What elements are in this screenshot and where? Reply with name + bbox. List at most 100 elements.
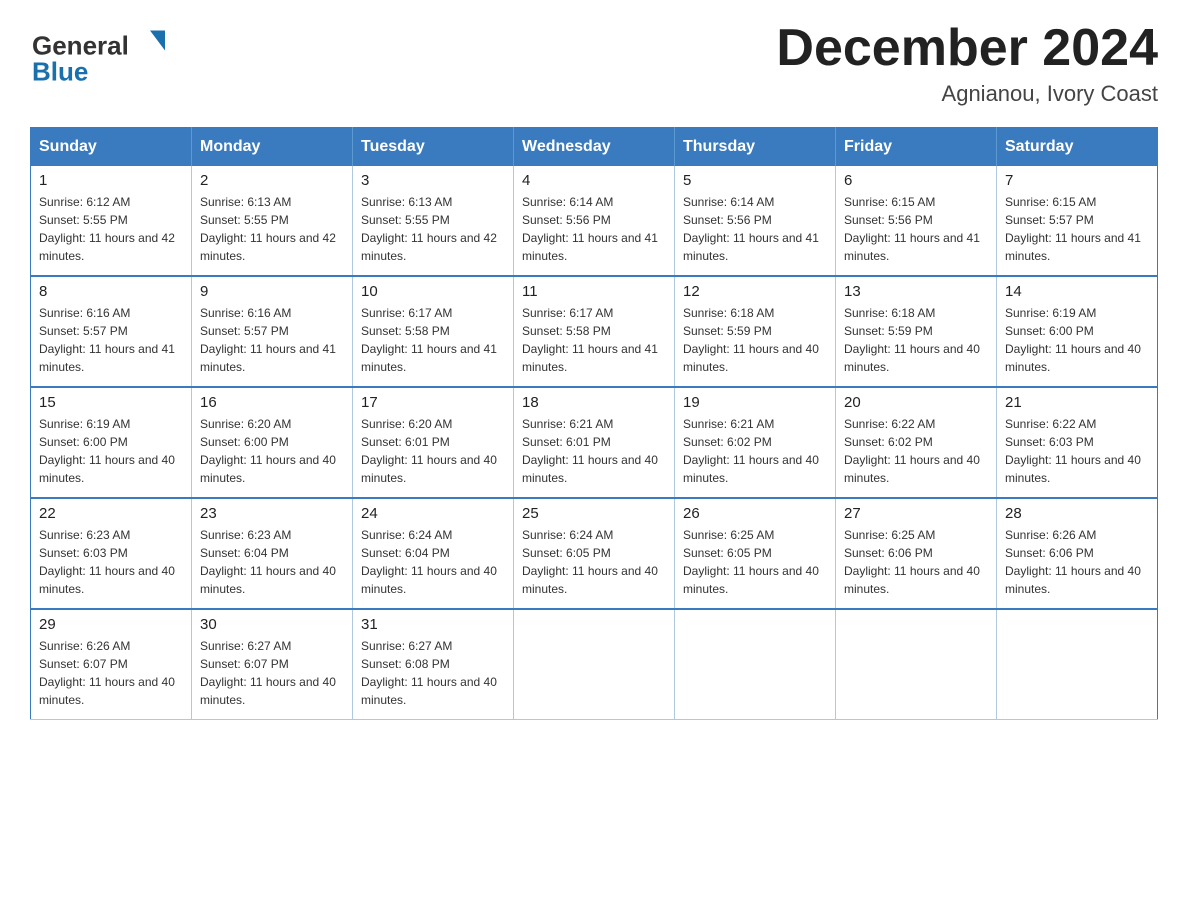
- table-row: 31 Sunrise: 6:27 AMSunset: 6:08 PMDayligh…: [353, 609, 514, 720]
- calendar-week-row: 15 Sunrise: 6:19 AMSunset: 6:00 PMDayligh…: [31, 387, 1158, 498]
- table-row: 25 Sunrise: 6:24 AMSunset: 6:05 PMDayligh…: [514, 498, 675, 609]
- day-info: Sunrise: 6:16 AMSunset: 5:57 PMDaylight:…: [200, 304, 344, 376]
- table-row: 19 Sunrise: 6:21 AMSunset: 6:02 PMDayligh…: [675, 387, 836, 498]
- svg-text:Blue: Blue: [32, 57, 88, 87]
- day-number: 21: [1005, 394, 1149, 411]
- day-info: Sunrise: 6:21 AMSunset: 6:02 PMDaylight:…: [683, 415, 827, 487]
- day-info: Sunrise: 6:17 AMSunset: 5:58 PMDaylight:…: [361, 304, 505, 376]
- day-number: 18: [522, 394, 666, 411]
- table-row: 7 Sunrise: 6:15 AMSunset: 5:57 PMDaylight…: [997, 166, 1158, 276]
- day-number: 13: [844, 283, 988, 300]
- day-number: 2: [200, 172, 344, 189]
- title-block: December 2024 Agnianou, Ivory Coast: [776, 20, 1158, 107]
- table-row: 21 Sunrise: 6:22 AMSunset: 6:03 PMDayligh…: [997, 387, 1158, 498]
- day-info: Sunrise: 6:20 AMSunset: 6:01 PMDaylight:…: [361, 415, 505, 487]
- col-monday: Monday: [192, 128, 353, 167]
- day-info: Sunrise: 6:24 AMSunset: 6:04 PMDaylight:…: [361, 526, 505, 598]
- table-row: 24 Sunrise: 6:24 AMSunset: 6:04 PMDayligh…: [353, 498, 514, 609]
- table-row: 17 Sunrise: 6:20 AMSunset: 6:01 PMDayligh…: [353, 387, 514, 498]
- table-row: 22Sunrise: 6:23 AMSunset: 6:03 PMDayligh…: [31, 498, 192, 609]
- table-row: 23 Sunrise: 6:23 AMSunset: 6:04 PMDayligh…: [192, 498, 353, 609]
- day-number: 25: [522, 505, 666, 522]
- table-row: 16Sunrise: 6:20 AMSunset: 6:00 PMDayligh…: [192, 387, 353, 498]
- table-row: [997, 609, 1158, 720]
- day-number: 24: [361, 505, 505, 522]
- day-number: 1: [39, 172, 183, 189]
- day-number: 30: [200, 616, 344, 633]
- day-info: Sunrise: 6:15 AMSunset: 5:56 PMDaylight:…: [844, 193, 988, 265]
- month-title: December 2024: [776, 20, 1158, 77]
- table-row: 3 Sunrise: 6:13 AMSunset: 5:55 PMDaylight…: [353, 166, 514, 276]
- day-info: Sunrise: 6:19 AMSunset: 6:00 PMDaylight:…: [1005, 304, 1149, 376]
- day-number: 23: [200, 505, 344, 522]
- table-row: 13 Sunrise: 6:18 AMSunset: 5:59 PMDayligh…: [836, 276, 997, 387]
- calendar-week-row: 22Sunrise: 6:23 AMSunset: 6:03 PMDayligh…: [31, 498, 1158, 609]
- day-info: Sunrise: 6:21 AMSunset: 6:01 PMDaylight:…: [522, 415, 666, 487]
- table-row: 2 Sunrise: 6:13 AMSunset: 5:55 PMDaylight…: [192, 166, 353, 276]
- table-row: 29 Sunrise: 6:26 AMSunset: 6:07 PMDayligh…: [31, 609, 192, 720]
- day-number: 20: [844, 394, 988, 411]
- day-info: Sunrise: 6:18 AMSunset: 5:59 PMDaylight:…: [844, 304, 988, 376]
- day-number: 6: [844, 172, 988, 189]
- table-row: 6 Sunrise: 6:15 AMSunset: 5:56 PMDaylight…: [836, 166, 997, 276]
- col-tuesday: Tuesday: [353, 128, 514, 167]
- day-info: Sunrise: 6:22 AMSunset: 6:02 PMDaylight:…: [844, 415, 988, 487]
- table-row: 20 Sunrise: 6:22 AMSunset: 6:02 PMDayligh…: [836, 387, 997, 498]
- day-number: 17: [361, 394, 505, 411]
- table-row: 30 Sunrise: 6:27 AMSunset: 6:07 PMDayligh…: [192, 609, 353, 720]
- day-info: Sunrise: 6:24 AMSunset: 6:05 PMDaylight:…: [522, 526, 666, 598]
- col-friday: Friday: [836, 128, 997, 167]
- day-number: 14: [1005, 283, 1149, 300]
- page-header: General Blue December 2024 Agnianou, Ivo…: [30, 20, 1158, 107]
- col-wednesday: Wednesday: [514, 128, 675, 167]
- day-info: Sunrise: 6:20 AMSunset: 6:00 PMDaylight:…: [200, 415, 344, 487]
- col-saturday: Saturday: [997, 128, 1158, 167]
- table-row: [675, 609, 836, 720]
- day-number: 31: [361, 616, 505, 633]
- day-number: 10: [361, 283, 505, 300]
- col-sunday: Sunday: [31, 128, 192, 167]
- table-row: 9Sunrise: 6:16 AMSunset: 5:57 PMDaylight…: [192, 276, 353, 387]
- day-number: 12: [683, 283, 827, 300]
- day-info: Sunrise: 6:26 AMSunset: 6:06 PMDaylight:…: [1005, 526, 1149, 598]
- table-row: 4 Sunrise: 6:14 AMSunset: 5:56 PMDaylight…: [514, 166, 675, 276]
- table-row: 15 Sunrise: 6:19 AMSunset: 6:00 PMDayligh…: [31, 387, 192, 498]
- table-row: 27Sunrise: 6:25 AMSunset: 6:06 PMDayligh…: [836, 498, 997, 609]
- day-info: Sunrise: 6:13 AMSunset: 5:55 PMDaylight:…: [361, 193, 505, 265]
- day-info: Sunrise: 6:26 AMSunset: 6:07 PMDaylight:…: [39, 637, 183, 709]
- day-number: 5: [683, 172, 827, 189]
- day-info: Sunrise: 6:14 AMSunset: 5:56 PMDaylight:…: [522, 193, 666, 265]
- day-number: 19: [683, 394, 827, 411]
- day-number: 27: [844, 505, 988, 522]
- calendar-week-row: 1 Sunrise: 6:12 AMSunset: 5:55 PMDaylight…: [31, 166, 1158, 276]
- location: Agnianou, Ivory Coast: [776, 81, 1158, 107]
- day-number: 29: [39, 616, 183, 633]
- day-info: Sunrise: 6:23 AMSunset: 6:04 PMDaylight:…: [200, 526, 344, 598]
- table-row: 14 Sunrise: 6:19 AMSunset: 6:00 PMDayligh…: [997, 276, 1158, 387]
- day-info: Sunrise: 6:15 AMSunset: 5:57 PMDaylight:…: [1005, 193, 1149, 265]
- day-info: Sunrise: 6:13 AMSunset: 5:55 PMDaylight:…: [200, 193, 344, 265]
- day-info: Sunrise: 6:22 AMSunset: 6:03 PMDaylight:…: [1005, 415, 1149, 487]
- day-info: Sunrise: 6:23 AMSunset: 6:03 PMDaylight:…: [39, 526, 183, 598]
- table-row: 11Sunrise: 6:17 AMSunset: 5:58 PMDayligh…: [514, 276, 675, 387]
- day-info: Sunrise: 6:27 AMSunset: 6:07 PMDaylight:…: [200, 637, 344, 709]
- day-number: 7: [1005, 172, 1149, 189]
- day-number: 3: [361, 172, 505, 189]
- col-thursday: Thursday: [675, 128, 836, 167]
- day-info: Sunrise: 6:25 AMSunset: 6:05 PMDaylight:…: [683, 526, 827, 598]
- day-info: Sunrise: 6:14 AMSunset: 5:56 PMDaylight:…: [683, 193, 827, 265]
- day-info: Sunrise: 6:18 AMSunset: 5:59 PMDaylight:…: [683, 304, 827, 376]
- logo-svg: General Blue: [30, 20, 170, 90]
- day-info: Sunrise: 6:19 AMSunset: 6:00 PMDaylight:…: [39, 415, 183, 487]
- day-number: 28: [1005, 505, 1149, 522]
- calendar-week-row: 29 Sunrise: 6:26 AMSunset: 6:07 PMDayligh…: [31, 609, 1158, 720]
- day-info: Sunrise: 6:12 AMSunset: 5:55 PMDaylight:…: [39, 193, 183, 265]
- calendar-table: Sunday Monday Tuesday Wednesday Thursday…: [30, 127, 1158, 720]
- day-number: 4: [522, 172, 666, 189]
- table-row: [836, 609, 997, 720]
- calendar-week-row: 8Sunrise: 6:16 AMSunset: 5:57 PMDaylight…: [31, 276, 1158, 387]
- day-number: 15: [39, 394, 183, 411]
- day-info: Sunrise: 6:27 AMSunset: 6:08 PMDaylight:…: [361, 637, 505, 709]
- table-row: 1 Sunrise: 6:12 AMSunset: 5:55 PMDaylight…: [31, 166, 192, 276]
- table-row: 5 Sunrise: 6:14 AMSunset: 5:56 PMDaylight…: [675, 166, 836, 276]
